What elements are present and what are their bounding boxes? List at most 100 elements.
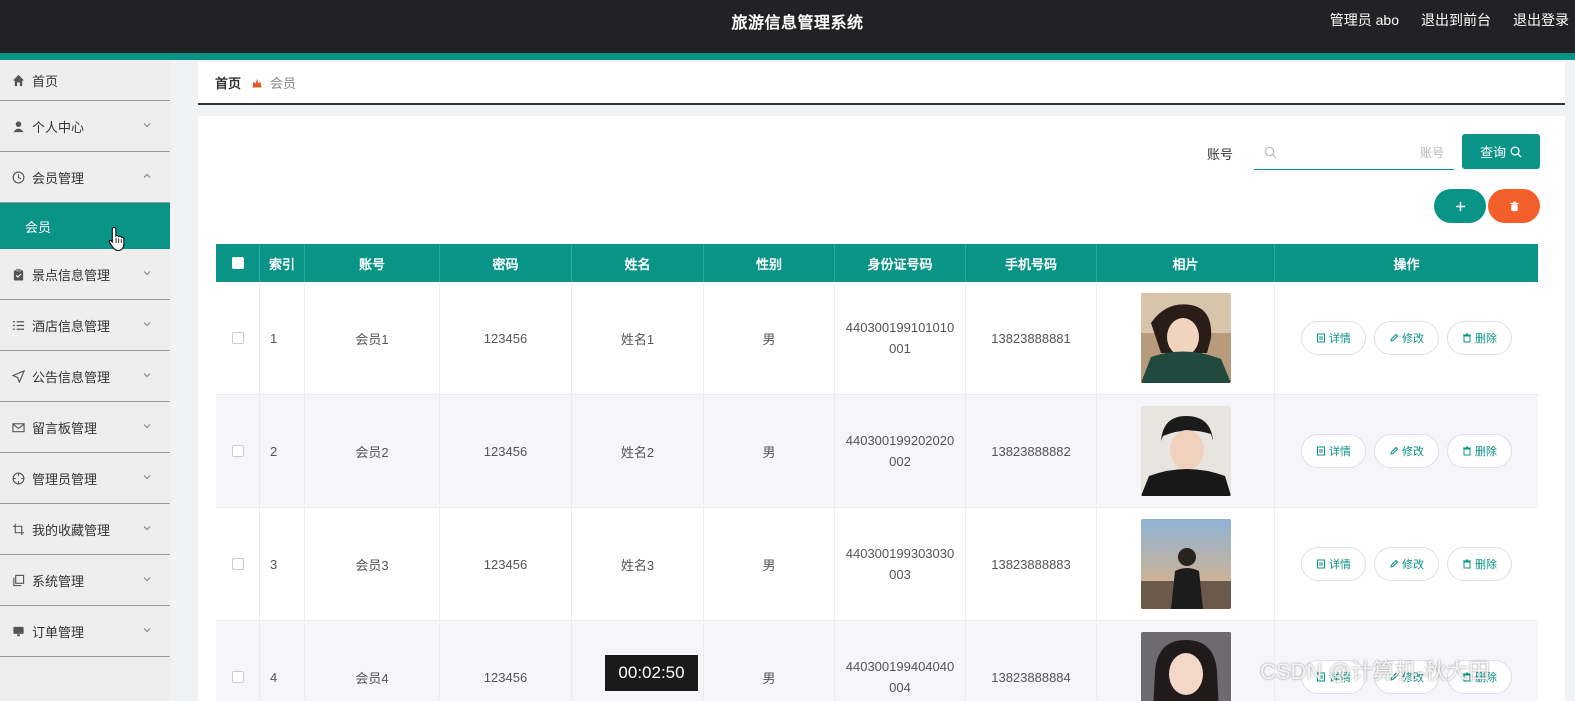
- user-icon: [11, 119, 25, 133]
- row-checkbox[interactable]: [231, 332, 244, 344]
- cell-password: 123456: [440, 508, 572, 620]
- row-checkbox[interactable]: [231, 558, 244, 570]
- row-checkbox[interactable]: [231, 671, 244, 683]
- breadcrumb-home[interactable]: 首页: [215, 73, 241, 92]
- sidebar-item-label: 会员管理: [32, 170, 85, 186]
- document-icon: [1317, 333, 1325, 343]
- sidebar-item-admin-management[interactable]: 管理员管理: [0, 453, 170, 504]
- detail-button[interactable]: 详情: [1301, 434, 1366, 468]
- batch-delete-button[interactable]: [1488, 189, 1540, 223]
- edit-icon: [1390, 559, 1399, 568]
- logout-link[interactable]: 退出登录: [1513, 10, 1569, 30]
- sidebar: 首页 个人中心 会员管理 会员 景点信息管理 酒店信息管理 公告信息管理 留言板…: [0, 60, 170, 701]
- edit-label: 修改: [1402, 333, 1424, 345]
- delete-button[interactable]: 删除: [1447, 547, 1512, 581]
- chevron-down-icon: [142, 266, 152, 276]
- video-timestamp: 00:02:50: [605, 655, 698, 691]
- sidebar-item-member-management[interactable]: 会员管理: [0, 152, 170, 203]
- sidebar-item-label: 会员: [25, 219, 52, 235]
- detail-label: 详情: [1329, 559, 1351, 571]
- trash-icon: [1463, 446, 1471, 456]
- add-button[interactable]: [1434, 189, 1486, 223]
- edit-button[interactable]: 修改: [1374, 321, 1439, 355]
- cell-index: 1: [260, 282, 305, 394]
- header-accent-bar: [0, 53, 1575, 60]
- trash-icon: [1463, 559, 1471, 569]
- detail-label: 详情: [1329, 446, 1351, 458]
- sidebar-item-label: 首页: [32, 73, 59, 89]
- member-photo: [1140, 519, 1231, 609]
- plus-icon: [1455, 201, 1465, 211]
- sidebar-item-favorites-management[interactable]: 我的收藏管理: [0, 504, 170, 555]
- sidebar-item-scenic-management[interactable]: 景点信息管理: [0, 249, 170, 300]
- edit-button[interactable]: 修改: [1374, 547, 1439, 581]
- sidebar-item-order-management[interactable]: 订单管理: [0, 606, 170, 657]
- breadcrumb-current: 会员: [270, 76, 297, 91]
- cell-password: 123456: [440, 282, 572, 394]
- column-header: 姓名: [572, 244, 704, 282]
- member-photo: [1140, 406, 1231, 496]
- list-icon: [11, 318, 25, 332]
- chevron-down-icon: [142, 419, 152, 429]
- cell-phone: 13823888882: [966, 395, 1097, 507]
- column-header: 密码: [440, 244, 572, 282]
- select-all-checkbox[interactable]: [231, 257, 244, 269]
- cell-name: 姓名2: [572, 395, 704, 507]
- row-checkbox[interactable]: [231, 445, 244, 457]
- chevron-down-icon: [142, 317, 152, 327]
- chevron-up-icon: [142, 169, 152, 179]
- cell-name: 姓名1: [572, 282, 704, 394]
- admin-user-label[interactable]: 管理员 abo: [1330, 10, 1399, 30]
- sidebar-item-system-management[interactable]: 系统管理: [0, 555, 170, 606]
- back-to-frontend-link[interactable]: 退出到前台: [1421, 10, 1491, 30]
- sidebar-item-hotel-management[interactable]: 酒店信息管理: [0, 300, 170, 351]
- detail-button[interactable]: 详情: [1301, 321, 1366, 355]
- monitor-icon: [11, 624, 25, 638]
- column-header: 手机号码: [966, 244, 1097, 282]
- chevron-down-icon: [142, 623, 152, 633]
- sidebar-item-label: 景点信息管理: [32, 267, 111, 283]
- cell-password: 123456: [440, 395, 572, 507]
- delete-button[interactable]: 删除: [1447, 434, 1512, 468]
- account-search-input[interactable]: [1284, 142, 1444, 164]
- clipboard-icon: [11, 267, 25, 281]
- top-header: 旅游信息管理系统 管理员 abo 退出到前台 退出登录: [0, 0, 1575, 53]
- sidebar-item-message-board-management[interactable]: 留言板管理: [0, 402, 170, 453]
- cell-index: 2: [260, 395, 305, 507]
- query-button[interactable]: 查询: [1462, 134, 1540, 169]
- cell-gender: 男: [704, 508, 835, 620]
- sidebar-item-member[interactable]: 会员: [0, 203, 170, 249]
- mail-icon: [11, 420, 25, 434]
- cell-id-number: 440300199303030003: [845, 546, 955, 582]
- cell-account: 会员1: [305, 282, 440, 394]
- chevron-down-icon: [142, 470, 152, 480]
- cell-account: 会员4: [305, 621, 440, 701]
- cell-index: 3: [260, 508, 305, 620]
- trash-icon: [1509, 201, 1519, 211]
- member-table: 索引 账号 密码 姓名 性别 身份证号码 手机号码 相片 操作 1 会员1 12…: [216, 244, 1538, 701]
- query-button-label: 查询: [1479, 145, 1506, 160]
- table-header: 索引 账号 密码 姓名 性别 身份证号码 手机号码 相片 操作: [216, 244, 1538, 282]
- delete-button[interactable]: 删除: [1447, 321, 1512, 355]
- detail-button[interactable]: 详情: [1301, 547, 1366, 581]
- sidebar-item-notice-management[interactable]: 公告信息管理: [0, 351, 170, 402]
- search-icon: [1264, 146, 1277, 159]
- delete-label: 删除: [1475, 446, 1497, 458]
- column-header: 索引: [260, 244, 305, 282]
- column-header: 相片: [1097, 244, 1275, 282]
- sidebar-item-home[interactable]: 首页: [0, 60, 170, 101]
- delete-label: 删除: [1475, 559, 1497, 571]
- sidebar-item-label: 个人中心: [32, 119, 85, 135]
- document-icon: [1317, 559, 1325, 569]
- column-header: 身份证号码: [835, 244, 966, 282]
- sidebar-item-label: 系统管理: [32, 573, 85, 589]
- clock-icon: [11, 170, 25, 184]
- search-label: 账号: [1207, 147, 1234, 162]
- search-box: [1254, 136, 1454, 170]
- header-links: 管理员 abo 退出到前台 退出登录: [1330, 10, 1569, 30]
- column-header: 操作: [1393, 256, 1420, 272]
- sidebar-item-personal-center[interactable]: 个人中心: [0, 101, 170, 152]
- delete-label: 删除: [1475, 333, 1497, 345]
- cell-phone: 13823888883: [966, 508, 1097, 620]
- edit-button[interactable]: 修改: [1374, 434, 1439, 468]
